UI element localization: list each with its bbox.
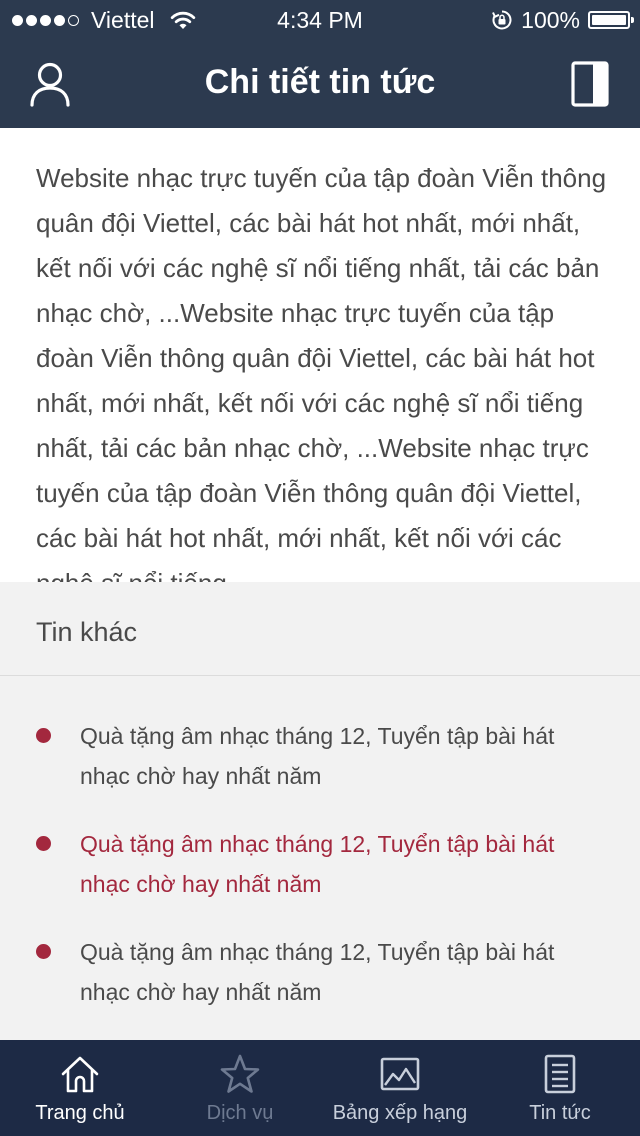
bullet-icon — [36, 944, 51, 959]
news-document-icon — [544, 1054, 576, 1094]
bottom-tab-bar: Trang chủ Dịch vụ Bảng xếp hạng Tin tức — [0, 1040, 640, 1136]
news-list-item[interactable]: Quà tặng âm nhạc tháng 12, Tuyển tập bài… — [0, 892, 640, 1005]
orientation-lock-icon — [492, 10, 512, 30]
status-bar: Viettel 4:34 PM 100% — [0, 0, 640, 40]
star-icon — [220, 1054, 260, 1093]
battery-level — [592, 15, 626, 25]
chart-image-icon — [380, 1057, 420, 1091]
bookmark-icon — [571, 61, 609, 107]
home-icon — [61, 1056, 99, 1093]
article-content: Website nhạc trực tuyến của tập đoàn Viễ… — [0, 128, 640, 598]
page-title: Chi tiết tin tức — [204, 63, 436, 101]
article-body: Website nhạc trực tuyến của tập đoàn Viễ… — [36, 163, 607, 598]
status-right: 100% — [491, 0, 634, 40]
news-list-item[interactable]: Quà tặng âm nhạc tháng 12, Tuyển tập bài… — [0, 676, 640, 789]
bullet-icon — [36, 728, 51, 743]
bullet-icon — [36, 836, 51, 851]
tab-home[interactable]: Trang chủ — [0, 1040, 160, 1136]
news-item-title: Quà tặng âm nhạc tháng 12, Tuyển tập bài… — [80, 939, 555, 1005]
other-news-title: Tin khác — [0, 582, 640, 676]
bookmark-button[interactable] — [564, 58, 616, 110]
tab-rankings-label: Bảng xếp hạng — [332, 1102, 468, 1124]
tab-home-label: Trang chủ — [35, 1102, 125, 1124]
battery-percentage: 100% — [521, 6, 580, 33]
tab-services-label: Dịch vụ — [206, 1102, 274, 1124]
other-news-section: Tin khác Quà tặng âm nhạc tháng 12, Tuyể… — [0, 582, 640, 1040]
news-list-item[interactable]: Quà tặng âm nhạc tháng 12, Tuyển tập bài… — [0, 784, 640, 897]
navigation-bar: Chi tiết tin tức — [0, 40, 640, 128]
tab-news-label: Tin tức — [529, 1102, 591, 1124]
tab-news[interactable]: Tin tức — [480, 1040, 640, 1136]
other-news-list: Quà tặng âm nhạc tháng 12, Tuyển tập bài… — [0, 676, 640, 1005]
app-screen: Viettel 4:34 PM 100% Chi tiết tin tức We… — [0, 0, 640, 1136]
tab-services[interactable]: Dịch vụ — [160, 1040, 320, 1136]
tab-rankings[interactable]: Bảng xếp hạng — [320, 1040, 480, 1136]
battery-icon — [588, 11, 634, 29]
